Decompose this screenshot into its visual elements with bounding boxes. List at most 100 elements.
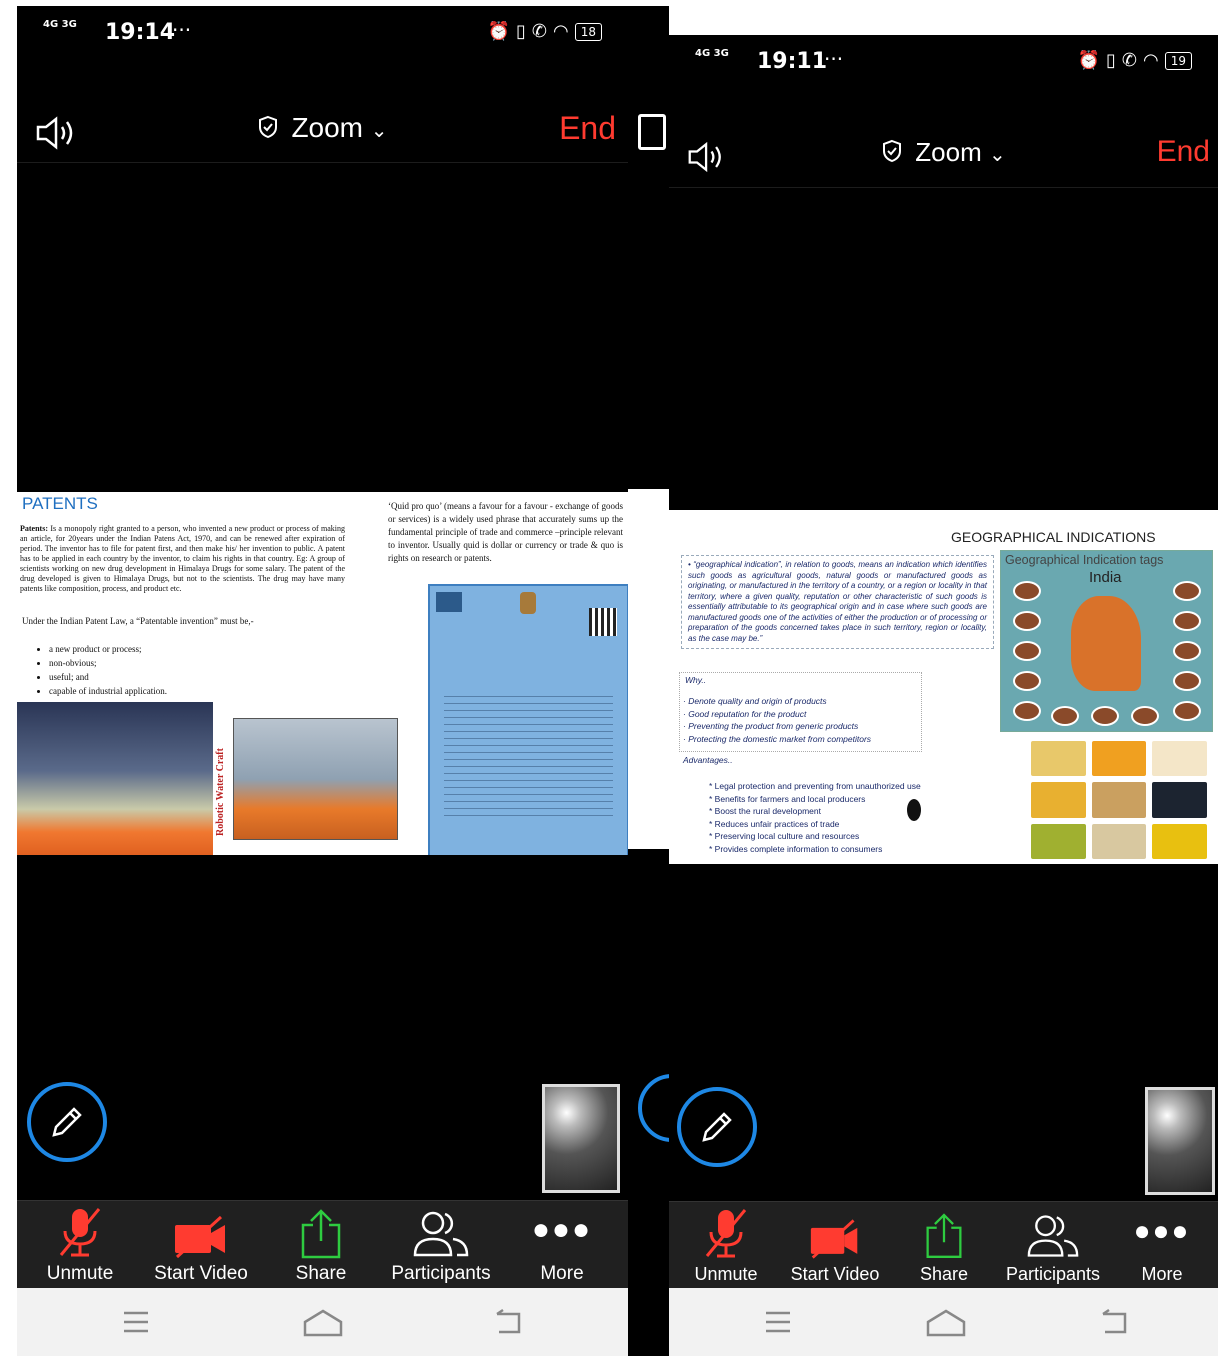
chevron-down-icon: ⌄ — [988, 144, 1006, 166]
status-bar: 4G 3G 19:14 ··· ⏰ ▯ ✆ ◠ 18 — [17, 6, 628, 58]
food-photo — [1091, 741, 1147, 777]
gi-tags-map: Geographical Indication tags India — [1000, 550, 1213, 732]
share-button[interactable]: Share — [889, 1202, 999, 1285]
list-item: capable of industrial application. — [49, 684, 167, 698]
more-dots-icon: ●●● — [531, 1213, 593, 1246]
lab-photo — [233, 718, 398, 840]
list-item: · Denote quality and origin of products — [683, 696, 827, 706]
emblem-icon — [520, 592, 536, 614]
android-nav-bar — [17, 1288, 628, 1356]
battery-icon: 19 — [1164, 51, 1192, 70]
map-subtitle: India — [1089, 569, 1122, 586]
participants-button[interactable]: Participants — [386, 1201, 496, 1285]
home-icon[interactable] — [925, 1308, 967, 1338]
unmute-button[interactable]: Unmute — [671, 1202, 781, 1285]
alarm-icon: ⏰ — [1077, 50, 1100, 71]
signal-icon: 4G 3G — [43, 19, 77, 30]
list-item: non-obvious; — [49, 656, 167, 670]
pencil-icon — [702, 1112, 732, 1142]
meeting-title[interactable]: Zoom ⌄ — [669, 137, 1218, 170]
product-bubble — [1013, 671, 1041, 691]
back-icon[interactable] — [493, 1308, 525, 1336]
video-off-icon — [175, 1215, 225, 1259]
patent-definition: Patents: Is a monopoly right granted to … — [20, 524, 346, 593]
shield-icon — [881, 139, 903, 170]
advantages-heading: Advantages.. — [683, 755, 733, 765]
product-bubble — [1091, 706, 1119, 726]
gi-definition: • “geographical indication”, in relation… — [681, 555, 994, 649]
list-item: * Boost the rural development — [709, 806, 821, 816]
annotate-pen-button[interactable] — [27, 1082, 107, 1162]
slide-title: GEOGRAPHICAL INDICATIONS — [951, 529, 1156, 545]
android-nav-bar — [669, 1288, 1218, 1356]
status-icons: ⏰ ▯ ✆ ◠ 18 — [488, 21, 602, 42]
shared-slide: PATENTS Patents: Is a monopoly right gra… — [17, 492, 628, 855]
why-list: · Denote quality and origin of products … — [683, 695, 871, 745]
back-icon[interactable] — [1099, 1308, 1131, 1336]
list-item: * Reduces unfair practices of trade — [709, 818, 840, 829]
product-bubble — [1173, 611, 1201, 631]
share-icon — [926, 1213, 962, 1258]
self-video-thumbnail[interactable] — [1145, 1087, 1215, 1195]
share-button[interactable]: Share — [266, 1201, 376, 1285]
food-photo — [1091, 823, 1147, 859]
status-time: 19:11 — [757, 49, 828, 74]
status-time: 19:14 — [105, 20, 176, 45]
shared-slide: GEOGRAPHICAL INDICATIONS • “geographical… — [669, 510, 1218, 864]
annotation-mark — [907, 799, 921, 821]
more-button[interactable]: ●●● More — [1107, 1202, 1217, 1285]
mic-muted-icon — [705, 1209, 747, 1258]
list-item: a new product or process; — [49, 642, 167, 656]
unmute-button[interactable]: Unmute — [25, 1201, 135, 1285]
self-video-thumbnail[interactable] — [542, 1084, 620, 1193]
vibrate-icon: ▯ — [1106, 50, 1116, 71]
background-screen-strip — [628, 6, 669, 1356]
end-button[interactable]: End — [1157, 135, 1210, 169]
speaker-icon — [638, 114, 666, 150]
menu-icon[interactable] — [763, 1308, 793, 1336]
product-bubble — [1013, 581, 1041, 601]
photo-caption: Robotic Water Craft — [215, 748, 226, 836]
annotate-pen-button[interactable] — [677, 1087, 757, 1167]
product-bubble — [1051, 706, 1079, 726]
meeting-toolbar: Unmute Start Video Share Participants ●●… — [669, 1201, 1218, 1290]
product-bubble — [1013, 611, 1041, 631]
meeting-title[interactable]: Zoom ⌄ — [17, 112, 628, 146]
more-dots-icon: ●●● — [1133, 1215, 1191, 1246]
wifi-call-icon: ✆ — [1121, 50, 1137, 71]
advantages-list: * Legal protection and preventing from u… — [709, 780, 921, 855]
list-item: * Benefits for farmers and local produce… — [709, 793, 866, 804]
slide-title: PATENTS — [22, 494, 98, 513]
end-button[interactable]: End — [559, 110, 616, 147]
food-photo — [1152, 823, 1207, 859]
gi-product-photos — [1031, 741, 1207, 859]
pen-button-fragment — [638, 1074, 669, 1142]
start-video-button[interactable]: Start Video — [780, 1202, 890, 1285]
left-phone-screen: 4G 3G 19:14 ··· ⏰ ▯ ✆ ◠ 18 Zoom ⌄ End PA… — [17, 6, 628, 1356]
alarm-icon: ⏰ — [487, 21, 510, 42]
event-photo — [17, 702, 213, 855]
video-off-icon — [810, 1219, 858, 1259]
participants-icon — [1027, 1215, 1079, 1257]
patentable-criteria: a new product or process; non-obvious; u… — [37, 642, 167, 698]
right-phone-screen: 4G 3G 19:11 ··· ⏰ ▯ ✆ ◠ 19 Zoom ⌄ End GE… — [669, 35, 1218, 1356]
status-bar: 4G 3G 19:11 ··· ⏰ ▯ ✆ ◠ 19 — [669, 35, 1218, 87]
india-map-shape — [1071, 596, 1141, 691]
patent-certificate-image — [428, 584, 628, 855]
share-icon — [301, 1209, 341, 1259]
food-photo — [1152, 782, 1207, 818]
participants-button[interactable]: Participants — [998, 1202, 1108, 1285]
status-more-icon: ··· — [824, 47, 844, 71]
list-item: * Legal protection and preventing from u… — [709, 781, 921, 791]
food-photo — [1031, 782, 1086, 818]
map-title: Geographical Indication tags — [1005, 553, 1164, 567]
menu-icon[interactable] — [121, 1308, 151, 1336]
meeting-header: Zoom ⌄ End — [17, 102, 628, 163]
why-heading: Why.. — [685, 675, 707, 685]
meeting-header: Zoom ⌄ End — [669, 127, 1218, 188]
home-icon[interactable] — [302, 1308, 344, 1338]
start-video-button[interactable]: Start Video — [146, 1201, 256, 1285]
participants-icon — [413, 1211, 469, 1257]
signal-icon: 4G 3G — [695, 48, 729, 59]
more-button[interactable]: ●●● More — [507, 1201, 617, 1285]
